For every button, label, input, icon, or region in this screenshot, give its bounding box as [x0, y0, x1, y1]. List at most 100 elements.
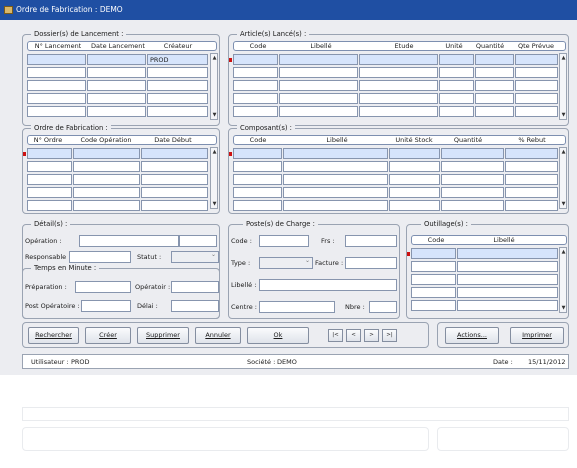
- post-operatoire-field[interactable]: [81, 300, 131, 312]
- grid-cell[interactable]: [27, 93, 86, 104]
- grid-cell[interactable]: [233, 200, 282, 211]
- grid-cell[interactable]: [359, 54, 438, 65]
- grid-cell[interactable]: [87, 67, 146, 78]
- grid-cell[interactable]: [389, 200, 440, 211]
- grid-cell[interactable]: [233, 54, 278, 65]
- composants-scrollbar[interactable]: ▲ ▼: [559, 147, 567, 209]
- grid-cell[interactable]: [389, 161, 440, 172]
- grid-cell[interactable]: [515, 54, 558, 65]
- grid-cell[interactable]: [141, 148, 208, 159]
- scroll-up-icon[interactable]: ▲: [561, 55, 566, 61]
- grid-cell[interactable]: [27, 67, 86, 78]
- dossier-scrollbar[interactable]: ▲ ▼: [210, 53, 218, 120]
- grid-cell[interactable]: [411, 287, 456, 298]
- last-record-button[interactable]: >|: [382, 329, 397, 342]
- type-select[interactable]: [259, 257, 313, 269]
- grid-cell[interactable]: [27, 161, 72, 172]
- grid-cell[interactable]: [457, 274, 558, 285]
- preparation-field[interactable]: [75, 281, 131, 293]
- scroll-down-icon[interactable]: ▼: [212, 201, 217, 207]
- grid-cell[interactable]: [359, 93, 438, 104]
- grid-cell[interactable]: [441, 161, 504, 172]
- imprimer-button[interactable]: Imprimer: [510, 327, 564, 344]
- centre-field[interactable]: [259, 301, 335, 313]
- grid-cell[interactable]: [441, 174, 504, 185]
- scroll-down-icon[interactable]: ▼: [561, 201, 566, 207]
- grid-cell[interactable]: [233, 161, 282, 172]
- grid-cell[interactable]: [505, 174, 558, 185]
- grid-cell[interactable]: [279, 54, 358, 65]
- scroll-up-icon[interactable]: ▲: [212, 149, 217, 155]
- operation-code-field[interactable]: [79, 235, 179, 247]
- grid-cell[interactable]: [475, 67, 514, 78]
- frs-field[interactable]: [345, 235, 397, 247]
- grid-cell[interactable]: [147, 106, 208, 117]
- grid-cell[interactable]: [515, 67, 558, 78]
- grid-cell[interactable]: [141, 161, 208, 172]
- actions-button[interactable]: Actions...: [445, 327, 499, 344]
- grid-cell[interactable]: [505, 161, 558, 172]
- statut-select[interactable]: [171, 251, 219, 263]
- operation-extra-field[interactable]: [179, 235, 217, 247]
- grid-cell[interactable]: [233, 187, 282, 198]
- grid-cell[interactable]: [515, 80, 558, 91]
- grid-cell[interactable]: [233, 174, 282, 185]
- outillage-scrollbar[interactable]: ▲ ▼: [559, 247, 567, 313]
- grid-cell[interactable]: [411, 248, 456, 259]
- ordre-scrollbar[interactable]: ▲ ▼: [210, 147, 218, 209]
- grid-cell[interactable]: [27, 174, 72, 185]
- grid-cell[interactable]: [439, 80, 474, 91]
- grid-cell[interactable]: [475, 106, 514, 117]
- grid-cell[interactable]: [141, 187, 208, 198]
- next-record-button[interactable]: >: [364, 329, 379, 342]
- grid-cell[interactable]: [233, 106, 278, 117]
- grid-cell[interactable]: [87, 93, 146, 104]
- libelle-field[interactable]: [259, 279, 397, 291]
- poste-code-field[interactable]: [259, 235, 309, 247]
- grid-cell[interactable]: [283, 148, 388, 159]
- nbre-field[interactable]: [369, 301, 397, 313]
- grid-cell[interactable]: [505, 200, 558, 211]
- grid-cell[interactable]: [141, 200, 208, 211]
- supprimer-button[interactable]: Supprimer: [137, 327, 189, 344]
- grid-cell[interactable]: [457, 300, 558, 311]
- grid-cell[interactable]: [27, 80, 86, 91]
- scroll-up-icon[interactable]: ▲: [561, 249, 566, 255]
- grid-cell[interactable]: [279, 106, 358, 117]
- grid-cell[interactable]: [283, 200, 388, 211]
- grid-cell[interactable]: [411, 261, 456, 272]
- grid-cell[interactable]: [279, 67, 358, 78]
- grid-cell[interactable]: [359, 106, 438, 117]
- grid-cell[interactable]: [73, 174, 140, 185]
- grid-cell[interactable]: [359, 67, 438, 78]
- scroll-down-icon[interactable]: ▼: [212, 112, 217, 118]
- grid-cell[interactable]: [147, 67, 208, 78]
- grid-cell[interactable]: [233, 80, 278, 91]
- grid-cell[interactable]: [439, 93, 474, 104]
- grid-cell[interactable]: [515, 93, 558, 104]
- articles-scrollbar[interactable]: ▲ ▼: [559, 53, 567, 120]
- grid-cell[interactable]: [73, 200, 140, 211]
- grid-cell[interactable]: [515, 106, 558, 117]
- grid-cell[interactable]: [475, 54, 514, 65]
- grid-cell[interactable]: [147, 80, 208, 91]
- grid-cell[interactable]: [389, 187, 440, 198]
- scroll-down-icon[interactable]: ▼: [561, 112, 566, 118]
- grid-cell[interactable]: [27, 106, 86, 117]
- grid-cell[interactable]: [27, 200, 72, 211]
- grid-cell[interactable]: [233, 148, 282, 159]
- grid-cell[interactable]: [505, 148, 558, 159]
- grid-cell[interactable]: [411, 274, 456, 285]
- operatoire-field[interactable]: [171, 281, 219, 293]
- creer-button[interactable]: Créer: [85, 327, 131, 344]
- grid-cell[interactable]: [457, 287, 558, 298]
- grid-cell[interactable]: [505, 187, 558, 198]
- grid-cell[interactable]: [359, 80, 438, 91]
- grid-cell[interactable]: [233, 67, 278, 78]
- grid-cell[interactable]: [27, 187, 72, 198]
- grid-cell[interactable]: [147, 93, 208, 104]
- grid-cell[interactable]: [73, 187, 140, 198]
- grid-cell[interactable]: [233, 93, 278, 104]
- grid-cell[interactable]: [439, 106, 474, 117]
- grid-cell[interactable]: [87, 80, 146, 91]
